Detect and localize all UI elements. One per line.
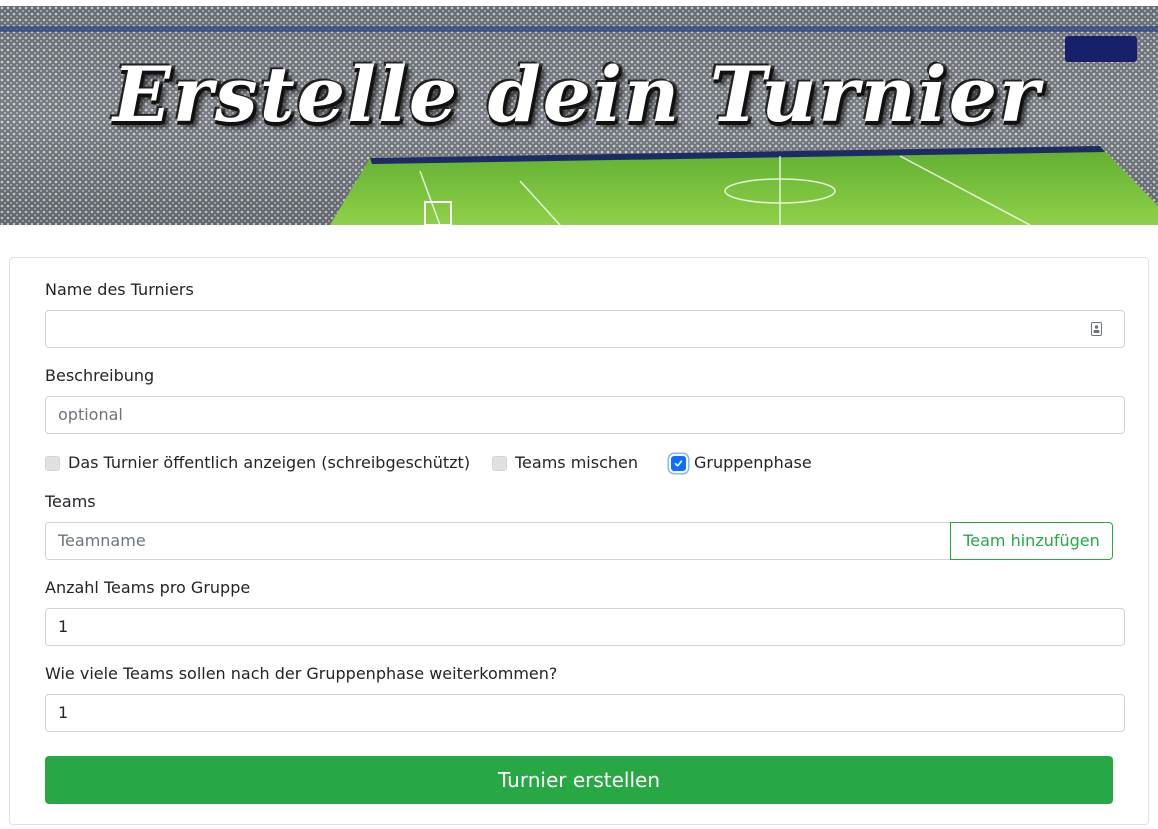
shuffle-teams-checkbox-label: Teams mischen [515, 453, 638, 472]
teams-per-group-label: Anzahl Teams pro Gruppe [45, 578, 251, 597]
tournament-form-card: Name des Turniers Beschreibung optional … [9, 257, 1149, 825]
public-checkbox[interactable]: Das Turnier öffentlich anzeigen (schreib… [45, 452, 470, 474]
shuffle-teams-checkbox[interactable]: Teams mischen [492, 452, 638, 474]
team-name-input[interactable]: Teamname [45, 522, 951, 560]
advance-label: Wie viele Teams sollen nach der Gruppenp… [45, 664, 558, 683]
checkmark-icon [674, 459, 683, 467]
teams-per-group-input[interactable]: 1 [45, 608, 1125, 646]
group-phase-checkbox-label: Gruppenphase [694, 453, 812, 472]
create-tournament-button[interactable]: Turnier erstellen [45, 756, 1113, 804]
team-input-group: Teamname Team hinzufügen [45, 522, 1113, 560]
name-label: Name des Turniers [45, 280, 194, 299]
autofill-contact-icon[interactable] [1091, 322, 1102, 336]
description-label: Beschreibung [45, 366, 155, 385]
group-phase-checkbox-box[interactable] [671, 455, 686, 471]
group-phase-checkbox[interactable]: Gruppenphase [671, 452, 812, 474]
public-checkbox-box[interactable] [45, 455, 60, 471]
header-banner: Erstelle dein Turnier [0, 6, 1158, 225]
page-title: Erstelle dein Turnier [112, 50, 1042, 139]
advance-count-input[interactable]: 1 [45, 694, 1125, 732]
public-checkbox-label: Das Turnier öffentlich anzeigen (schreib… [68, 453, 471, 472]
teams-label: Teams [45, 492, 96, 511]
options-checkbox-row: Das Turnier öffentlich anzeigen (schreib… [45, 452, 1125, 474]
add-team-button[interactable]: Team hinzufügen [950, 522, 1113, 560]
description-input[interactable]: optional [45, 396, 1125, 434]
tournament-name-input[interactable] [45, 310, 1125, 348]
shuffle-teams-checkbox-box[interactable] [492, 455, 507, 471]
